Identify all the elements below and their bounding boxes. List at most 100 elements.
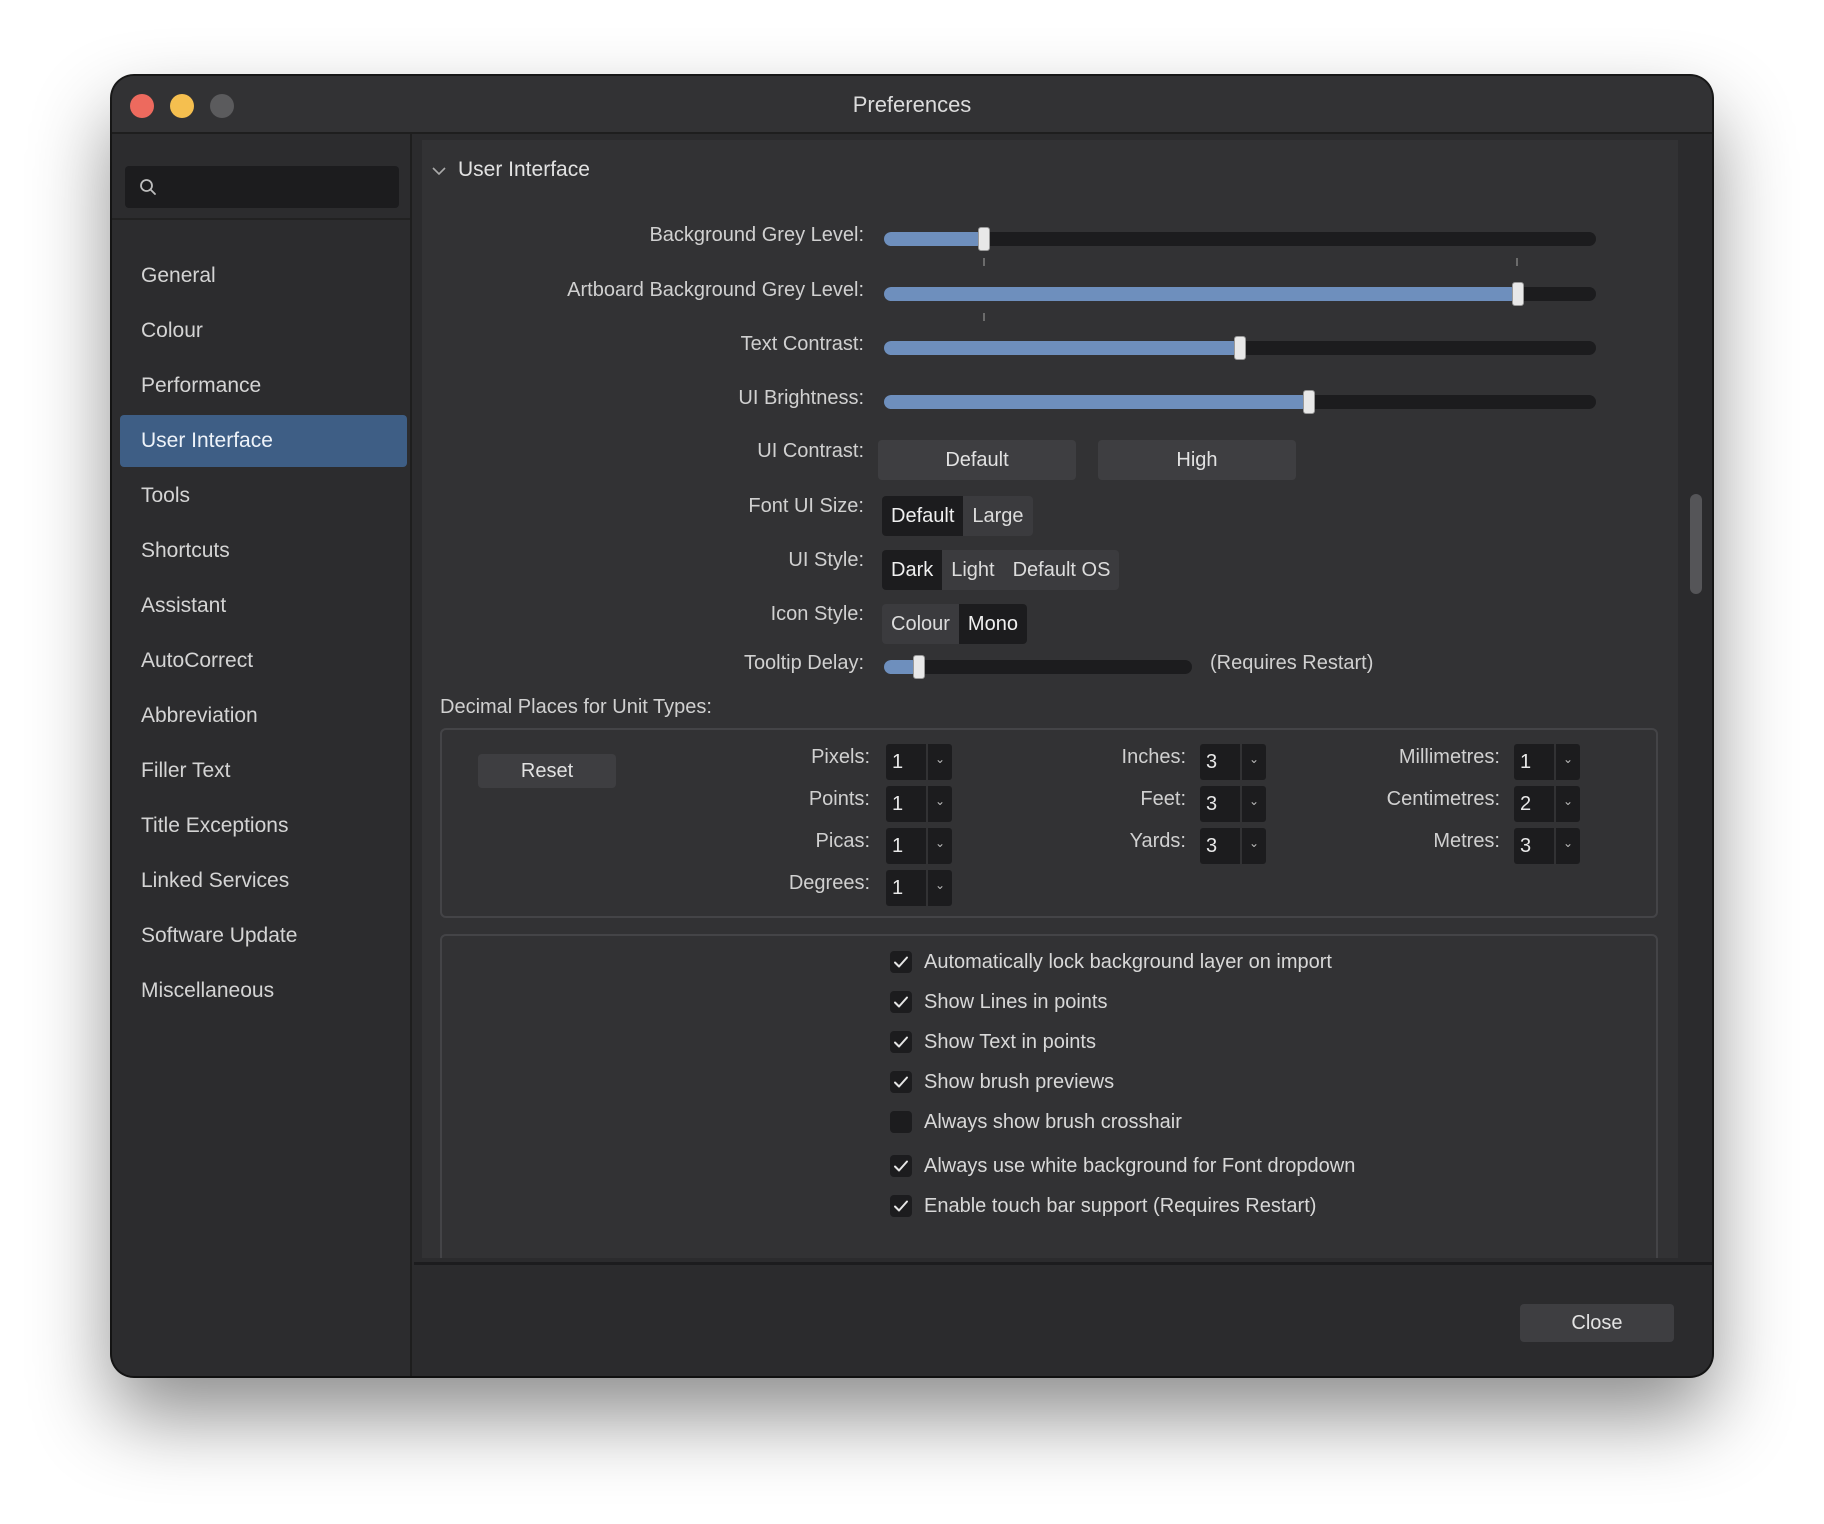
dropdown-value: 1: [886, 786, 926, 822]
dropdown-value: 3: [1200, 744, 1240, 780]
font-ui-size-segmented: Default Large: [882, 496, 1033, 536]
yards-label: Yards:: [1129, 830, 1186, 852]
font-size-large-option[interactable]: Large: [963, 496, 1032, 536]
ui-style-dark-option[interactable]: Dark: [882, 550, 943, 590]
checkmark-icon: [894, 1160, 908, 1172]
checkbox[interactable]: [890, 951, 912, 973]
yards-dropdown[interactable]: 3 ⌄: [1200, 828, 1266, 864]
ui-contrast-default-button[interactable]: Default: [878, 440, 1076, 480]
title-bar: Preferences: [112, 76, 1712, 134]
picas-label: Picas:: [815, 830, 870, 852]
metres-dropdown[interactable]: 3 ⌄: [1514, 828, 1580, 864]
checkbox-row[interactable]: Always show brush crosshair: [890, 1108, 1182, 1136]
pixels-label: Pixels:: [811, 746, 870, 768]
dropdown-value: 1: [886, 744, 926, 780]
millimetres-dropdown[interactable]: 1 ⌄: [1514, 744, 1580, 780]
ui-brightness-label: UI Brightness:: [738, 387, 864, 409]
sidebar-item-filler-text[interactable]: Filler Text: [120, 745, 407, 797]
icon-style-label: Icon Style:: [770, 603, 864, 625]
inches-dropdown[interactable]: 3 ⌄: [1200, 744, 1266, 780]
sidebar-item-miscellaneous[interactable]: Miscellaneous: [120, 965, 407, 1017]
search-box[interactable]: [125, 166, 399, 208]
sidebar-item-title-exceptions[interactable]: Title Exceptions: [120, 800, 407, 852]
scrollbar-thumb[interactable]: [1690, 494, 1702, 594]
artboard-grey-slider[interactable]: [884, 282, 1596, 321]
ui-style-segmented: Dark Light Default OS: [882, 550, 1120, 590]
points-label: Points:: [808, 788, 870, 810]
sidebar-item-linked-services[interactable]: Linked Services: [120, 855, 407, 907]
feet-dropdown[interactable]: 3 ⌄: [1200, 786, 1266, 822]
sidebar-item-autocorrect[interactable]: AutoCorrect: [120, 635, 407, 687]
close-button[interactable]: Close: [1520, 1304, 1674, 1342]
degrees-label: Degrees:: [788, 872, 870, 894]
checkbox-label: Automatically lock background layer on i…: [924, 950, 1332, 973]
checkmark-icon: [894, 996, 908, 1008]
checkmark-icon: [894, 956, 908, 968]
chevron-down-icon: ⌄: [1556, 786, 1580, 822]
dropdown-value: 1: [886, 870, 926, 906]
checkbox-row[interactable]: Always use white background for Font dro…: [890, 1152, 1355, 1180]
feet-label: Feet:: [1140, 788, 1186, 810]
degrees-dropdown[interactable]: 1 ⌄: [886, 870, 952, 906]
decimal-places-heading: Decimal Places for Unit Types:: [440, 696, 712, 718]
slider-fill: [884, 232, 984, 246]
search-input[interactable]: [165, 166, 393, 208]
slider-thumb[interactable]: [913, 655, 926, 679]
chevron-down-icon: ⌄: [1556, 744, 1580, 780]
checkbox[interactable]: [890, 1071, 912, 1093]
reset-button[interactable]: Reset: [478, 754, 616, 788]
checkbox-row[interactable]: Automatically lock background layer on i…: [890, 948, 1332, 976]
sidebar-item-assistant[interactable]: Assistant: [120, 580, 407, 632]
tooltip-restart-note: (Requires Restart): [1210, 652, 1374, 674]
checkbox[interactable]: [890, 1031, 912, 1053]
checkbox[interactable]: [890, 991, 912, 1013]
decimal-places-box: Reset Pixels: 1 ⌄ Points: 1 ⌄ Picas: 1 ⌄ De…: [440, 728, 1658, 918]
checkbox[interactable]: [890, 1111, 912, 1133]
slider-thumb[interactable]: [1234, 336, 1246, 360]
ui-style-light-option[interactable]: Light: [942, 550, 1003, 590]
slider-thumb[interactable]: [1511, 282, 1524, 306]
sidebar-item-software-update[interactable]: Software Update: [120, 910, 407, 962]
ui-style-default-os-option[interactable]: Default OS: [1004, 550, 1120, 590]
main-pane: User Interface Background Grey Level: Ar…: [414, 134, 1712, 1376]
icon-style-segmented: Colour Mono: [882, 604, 1027, 644]
sidebar-item-shortcuts[interactable]: Shortcuts: [120, 525, 407, 577]
checkbox-label: Enable touch bar support (Requires Resta…: [924, 1194, 1317, 1217]
background-grey-slider[interactable]: [884, 227, 1596, 266]
checkbox-label: Always use white background for Font dro…: [924, 1154, 1356, 1177]
checkbox-row[interactable]: Enable touch bar support (Requires Resta…: [890, 1192, 1316, 1220]
checkmark-icon: [894, 1200, 908, 1212]
checkbox-label: Show Lines in points: [924, 990, 1108, 1013]
font-size-default-option[interactable]: Default: [882, 496, 964, 536]
slider-thumb[interactable]: [977, 227, 990, 251]
checkbox[interactable]: [890, 1155, 912, 1177]
sidebar-item-user-interface[interactable]: User Interface: [120, 415, 407, 467]
slider-thumb[interactable]: [1303, 390, 1316, 414]
text-contrast-slider[interactable]: [884, 336, 1596, 360]
artboard-grey-label: Artboard Background Grey Level:: [567, 279, 864, 301]
checkbox-row[interactable]: Show Text in points: [890, 1028, 1096, 1056]
centimetres-label: Centimetres:: [1386, 788, 1500, 810]
icon-style-colour-option[interactable]: Colour: [882, 604, 959, 644]
sidebar-item-tools[interactable]: Tools: [120, 470, 407, 522]
slider-fill: [884, 287, 1518, 301]
search-icon: [140, 179, 156, 195]
sidebar-item-performance[interactable]: Performance: [120, 360, 407, 412]
section-header[interactable]: User Interface: [432, 158, 590, 182]
ui-contrast-high-button[interactable]: High: [1098, 440, 1296, 480]
centimetres-dropdown[interactable]: 2 ⌄: [1514, 786, 1580, 822]
sidebar-item-abbreviation[interactable]: Abbreviation: [120, 690, 407, 742]
sidebar-item-general[interactable]: General: [120, 250, 407, 302]
dropdown-value: 3: [1200, 828, 1240, 864]
icon-style-mono-option[interactable]: Mono: [958, 604, 1027, 644]
section-title: User Interface: [458, 158, 590, 181]
slider-tick: [1516, 258, 1518, 266]
sidebar-item-colour[interactable]: Colour: [120, 305, 407, 357]
tooltip-delay-slider[interactable]: [884, 655, 1192, 679]
checkbox-row[interactable]: Show brush previews: [890, 1068, 1114, 1096]
checkbox-row[interactable]: Show Lines in points: [890, 988, 1107, 1016]
ui-style-label: UI Style:: [788, 549, 864, 571]
ui-brightness-slider[interactable]: [884, 390, 1596, 414]
checkbox[interactable]: [890, 1195, 912, 1217]
dropdown-value: 2: [1514, 786, 1554, 822]
